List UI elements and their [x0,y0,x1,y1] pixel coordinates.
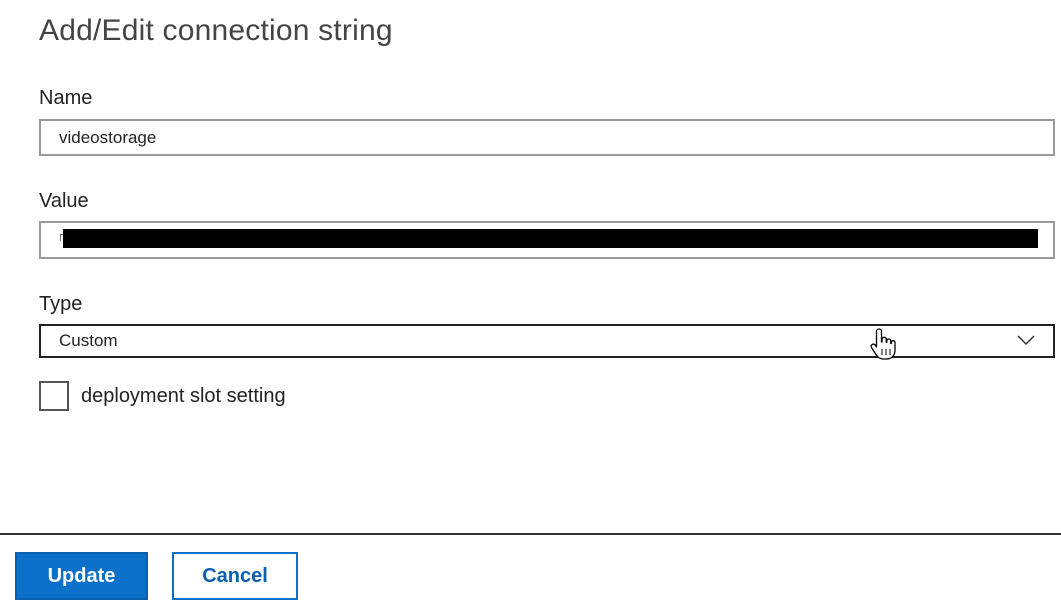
type-select-value: Custom [59,331,118,350]
deployment-slot-setting-row[interactable]: deployment slot setting [39,381,286,411]
cancel-button[interactable]: Cancel [172,552,298,600]
value-input[interactable] [39,221,1055,259]
deployment-slot-setting-checkbox[interactable] [39,381,69,411]
name-label: Name [39,87,93,109]
deployment-slot-setting-label: deployment slot setting [81,384,286,407]
chevron-down-icon[interactable] [1017,334,1035,346]
name-input[interactable]: videostorage [39,119,1055,156]
redacted-value-block [63,229,1038,248]
connection-string-dialog: Add/Edit connection string Name videosto… [0,0,1061,612]
footer-divider [0,533,1061,535]
value-label: Value [39,190,89,212]
type-select[interactable]: Custom [39,324,1055,358]
name-input-value: videostorage [59,127,157,147]
update-button[interactable]: Update [15,552,148,600]
dialog-title: Add/Edit connection string [39,14,393,47]
type-label: Type [39,293,83,315]
hand-pointer-cursor-icon [870,328,896,360]
